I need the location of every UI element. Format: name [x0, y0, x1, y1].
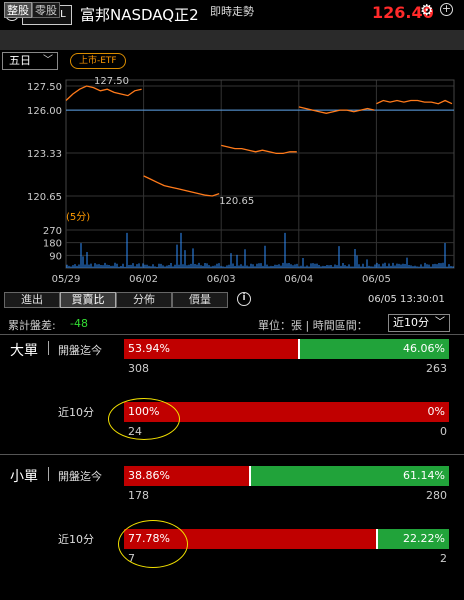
y-tick-label: 127.50	[27, 82, 62, 93]
tab-price-volume[interactable]: 價量	[172, 292, 228, 308]
y-axis-labels: 127.50 126.00 123.33 120.65	[27, 82, 62, 203]
sell-percent: 46.06%	[403, 342, 445, 355]
buy-percent: 38.86%	[128, 469, 170, 482]
big-open-label: 開盤迄今	[58, 344, 102, 357]
highlight-circle	[108, 398, 180, 440]
info-icon[interactable]: i	[237, 292, 251, 306]
chart-grid	[65, 79, 455, 269]
add-circle-icon[interactable]: +	[440, 3, 453, 16]
price-line-day-1	[65, 85, 142, 101]
volume-bars	[66, 232, 454, 268]
chevron-down-icon: ﹀	[435, 317, 445, 328]
period-select-value: 五日	[9, 54, 31, 67]
bar-separator	[298, 339, 301, 359]
x-tick-label: 06/03	[207, 274, 236, 285]
y-tick-label: 123.33	[27, 149, 62, 160]
big-open-ratio-bar: 53.94% 46.06%	[124, 339, 449, 359]
volume-axis-labels: 270 18090	[43, 226, 62, 262]
data-timestamp: 06/05 13:30:01	[368, 294, 445, 305]
tab-whole-lot[interactable]: 整股	[4, 2, 32, 18]
volume-tick-label: 270	[43, 226, 62, 237]
chart-frame	[65, 79, 455, 269]
big-recent-sell-count: 0	[440, 425, 447, 438]
bar-separator	[249, 466, 252, 486]
divider	[48, 467, 49, 481]
price-series	[65, 85, 453, 197]
bar-separator	[375, 529, 378, 549]
x-tick-label: 05/29	[52, 274, 81, 285]
high-label: 127.50	[94, 76, 129, 87]
big-open-sell-count: 263	[426, 362, 447, 375]
x-tick-label: 06/05	[362, 274, 391, 285]
big-order-title: 大單	[10, 343, 38, 359]
small-open-label: 開盤迄今	[58, 470, 102, 483]
divider	[0, 334, 464, 335]
tab-buy-sell-ratio[interactable]: 買賣比	[60, 292, 116, 308]
five-day-price-chart: 127.50 126.00 123.33 120.65 127.50 120.65 (…	[27, 76, 455, 285]
x-tick-label: 06/02	[129, 274, 158, 285]
small-order-title: 小單	[10, 469, 38, 485]
volume-tick-label: 90	[49, 251, 62, 262]
highlight-circle	[118, 520, 188, 568]
divider	[0, 454, 464, 455]
divider	[48, 341, 49, 355]
cumulative-diff-label: 累計盤差:	[8, 319, 56, 332]
volume-tick-label: 180	[43, 239, 62, 250]
sell-percent: 22.22%	[403, 532, 445, 545]
interval-select-value: 近10分	[393, 316, 429, 329]
price-line-day-5	[376, 99, 453, 105]
tab-odd-lot[interactable]: 零股	[32, 2, 60, 18]
price-line-day-3	[221, 144, 297, 155]
unit-interval-text: 單位：張 | 時間區間：	[258, 319, 368, 332]
big-open-buy-count: 308	[128, 362, 149, 375]
big-recent-label: 近10分	[58, 406, 94, 419]
x-axis-labels: 05/29 06/02 06/03 06/04 06/05	[52, 274, 391, 285]
small-recent-sell-count: 2	[440, 552, 447, 565]
sell-percent: 61.14%	[403, 469, 445, 482]
etf-badge: 上市-ETF	[70, 53, 126, 69]
tab-in-out[interactable]: 進出	[4, 292, 60, 308]
y-tick-label: 120.65	[27, 192, 62, 203]
sub-toolbar	[0, 30, 464, 50]
tab-distribution[interactable]: 分佈	[116, 292, 172, 308]
period-select[interactable]: 五日 ﹀	[2, 52, 58, 70]
interval-label: (5分)	[66, 211, 90, 223]
gear-icon[interactable]: ⚙	[420, 1, 433, 19]
small-recent-label: 近10分	[58, 533, 94, 546]
y-tick-label: 126.00	[27, 106, 62, 117]
price-line-day-2	[143, 175, 220, 197]
view-title: 即時走勢	[210, 5, 254, 18]
sell-percent: 0%	[427, 405, 445, 418]
interval-select[interactable]: 近10分 ﹀	[388, 314, 450, 332]
buy-percent: 53.94%	[128, 342, 170, 355]
volume-grid	[66, 229, 454, 256]
small-open-sell-count: 280	[426, 489, 447, 502]
low-label: 120.65	[219, 196, 254, 207]
cumulative-diff-value: -48	[70, 317, 88, 330]
x-tick-label: 06/04	[284, 274, 313, 285]
small-open-ratio-bar: 38.86% 61.14%	[124, 466, 449, 486]
small-open-buy-count: 178	[128, 489, 149, 502]
chevron-down-icon: ﹀	[43, 55, 53, 66]
